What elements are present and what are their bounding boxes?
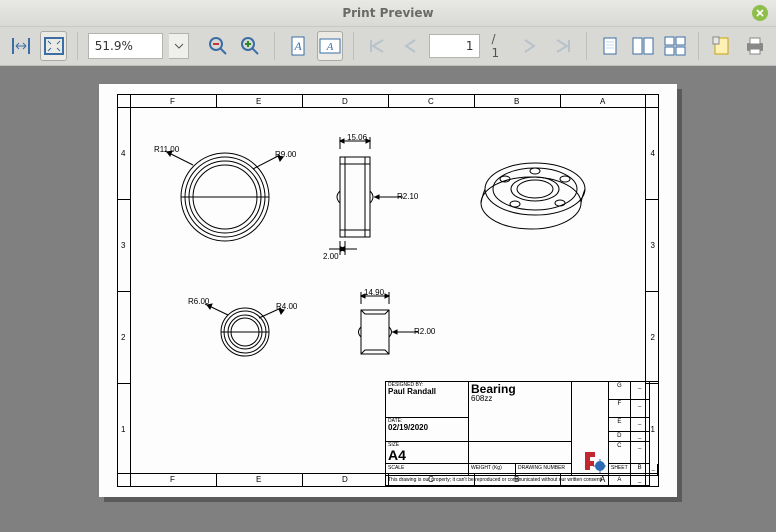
weight-label: WEIGHT (Kg) bbox=[471, 465, 502, 471]
orientation-portrait-button[interactable]: A bbox=[284, 31, 310, 61]
page-total-label: / 1 bbox=[486, 32, 512, 60]
rev-cell: _ bbox=[630, 400, 649, 418]
dim-label: 15.06 bbox=[347, 133, 367, 142]
rev-cell: _ bbox=[630, 432, 649, 442]
rev-cell: E bbox=[608, 418, 630, 432]
zone-label: C bbox=[428, 97, 434, 106]
window-title: Print Preview bbox=[342, 6, 433, 20]
fit-page-button[interactable] bbox=[40, 31, 66, 61]
dim-label: R4.00 bbox=[276, 302, 297, 311]
rev-cell: F bbox=[608, 400, 630, 418]
next-page-button bbox=[517, 31, 543, 61]
freecad-logo-icon bbox=[582, 449, 606, 473]
rev-cell: _ bbox=[630, 476, 649, 486]
part-number: 608zz bbox=[471, 395, 569, 403]
svg-text:A: A bbox=[293, 39, 302, 53]
preview-viewport[interactable]: F E D C B A F E D C B A 4 3 2 1 4 3 2 1 bbox=[0, 66, 776, 532]
zoom-dropdown[interactable] bbox=[169, 33, 189, 59]
close-button[interactable] bbox=[752, 5, 768, 21]
zoom-out-button[interactable] bbox=[205, 31, 231, 61]
dim-label: R2.00 bbox=[414, 327, 435, 336]
rev-cell: _ bbox=[630, 442, 649, 464]
rev-cell: B bbox=[630, 464, 649, 476]
titlebar: Print Preview bbox=[0, 0, 776, 27]
dim-label: R9.00 bbox=[275, 150, 296, 159]
dim-label: R11.00 bbox=[154, 145, 179, 154]
dim-label: R6.00 bbox=[188, 297, 209, 306]
page-current-input[interactable]: 1 bbox=[429, 34, 479, 58]
dim-label: R2.10 bbox=[397, 192, 418, 201]
zoom-in-button[interactable] bbox=[237, 31, 263, 61]
rev-cell: _ bbox=[630, 382, 649, 400]
rev-cell: D bbox=[608, 432, 630, 442]
separator bbox=[698, 32, 699, 60]
zone-label: 2 bbox=[121, 333, 125, 342]
facing-pages-view-button[interactable] bbox=[629, 31, 655, 61]
drawno-label: DRAWING NUMBER bbox=[518, 465, 565, 471]
rev-cell: _ bbox=[649, 464, 657, 476]
dim-label: 14.90 bbox=[364, 288, 384, 297]
zone-label: 4 bbox=[121, 149, 125, 158]
zone-label: 3 bbox=[121, 241, 125, 250]
zone-label: 3 bbox=[651, 241, 655, 250]
part-name: Bearing bbox=[471, 383, 569, 395]
rev-cell: C bbox=[608, 442, 630, 464]
size-value: A4 bbox=[388, 448, 466, 462]
scale-label: SCALE bbox=[388, 465, 404, 471]
designed-by-value: Paul Randall bbox=[388, 388, 466, 396]
rev-cell: _ bbox=[630, 418, 649, 432]
page-setup-button[interactable] bbox=[709, 31, 735, 61]
toolbar: 51.9% A A 1 / 1 bbox=[0, 27, 776, 66]
overview-pages-view-button[interactable] bbox=[662, 31, 688, 61]
zone-label: E bbox=[256, 475, 261, 484]
disclaimer: This drawing is our property; it can't b… bbox=[388, 477, 602, 483]
single-page-view-button[interactable] bbox=[597, 31, 623, 61]
zone-label: D bbox=[342, 97, 348, 106]
zoom-value-input[interactable]: 51.9% bbox=[88, 33, 163, 59]
zone-label: F bbox=[170, 97, 175, 106]
first-page-button bbox=[364, 31, 390, 61]
prev-page-button bbox=[397, 31, 423, 61]
date-value: 02/19/2020 bbox=[388, 424, 466, 432]
zone-label: 4 bbox=[651, 149, 655, 158]
title-block: DESIGNED BY: Paul Randall Bearing 608zz bbox=[385, 381, 658, 487]
svg-text:A: A bbox=[326, 41, 334, 53]
fit-width-button[interactable] bbox=[8, 31, 34, 61]
rev-cell: A bbox=[608, 476, 630, 486]
zone-label: A bbox=[600, 97, 605, 106]
separator bbox=[353, 32, 354, 60]
drawing-frame: F E D C B A F E D C B A 4 3 2 1 4 3 2 1 bbox=[117, 94, 659, 487]
zone-label: 1 bbox=[121, 425, 125, 434]
zone-label: 2 bbox=[651, 333, 655, 342]
zone-label: F bbox=[170, 475, 175, 484]
rev-cell: G bbox=[608, 382, 630, 400]
orientation-landscape-button[interactable]: A bbox=[317, 31, 343, 61]
page-current-text: 1 bbox=[466, 39, 474, 53]
separator bbox=[274, 32, 275, 60]
print-button[interactable] bbox=[742, 31, 768, 61]
separator bbox=[586, 32, 587, 60]
zone-label: D bbox=[342, 475, 348, 484]
sheet-label: SHEET bbox=[611, 465, 628, 471]
zoom-value-text: 51.9% bbox=[95, 39, 133, 53]
separator bbox=[77, 32, 78, 60]
zone-label: E bbox=[256, 97, 261, 106]
dim-label: 2.00 bbox=[323, 252, 339, 261]
last-page-button bbox=[550, 31, 576, 61]
zone-label: B bbox=[514, 97, 519, 106]
page: F E D C B A F E D C B A 4 3 2 1 4 3 2 1 bbox=[99, 84, 677, 497]
